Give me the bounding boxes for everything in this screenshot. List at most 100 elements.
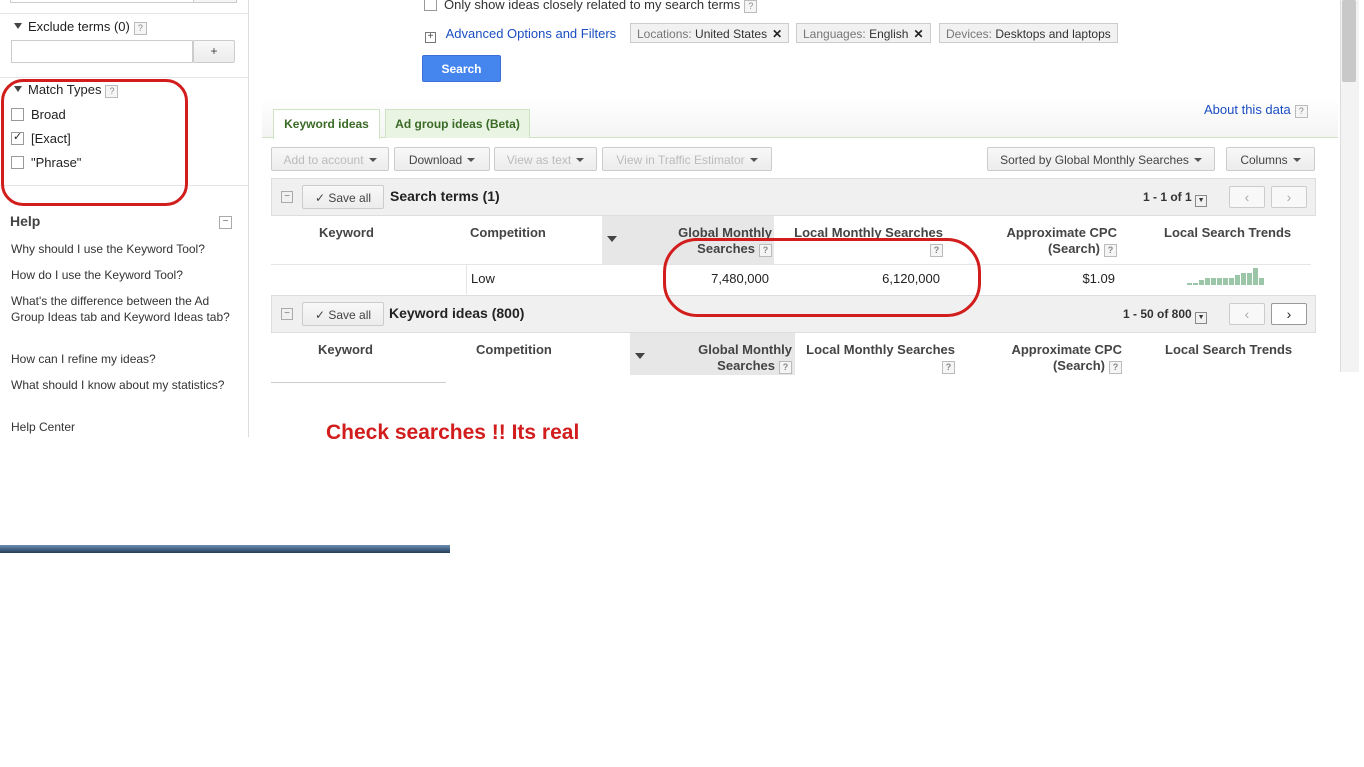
divider (466, 264, 467, 294)
prev-page-button[interactable]: ‹ (1229, 303, 1265, 325)
save-all-button[interactable]: ✓ Save all (302, 185, 384, 209)
column-competition[interactable]: Competition (476, 342, 552, 357)
help-icon[interactable]: ? (1294, 105, 1308, 118)
include-terms-input[interactable] (10, 0, 195, 3)
only-show-checkbox[interactable] (424, 0, 437, 11)
keyword-ideas-title: Keyword ideas (800) (389, 305, 525, 321)
column-competition[interactable]: Competition (470, 225, 546, 240)
help-link[interactable]: How do I use the Keyword Tool? (11, 267, 231, 283)
advanced-options-link[interactable]: Advanced Options and Filters (446, 26, 617, 41)
chip-key: Devices: (946, 27, 993, 41)
add-to-account-button[interactable]: Add to account (271, 147, 389, 171)
column-local-searches[interactable]: Local Monthly Searches? (795, 342, 955, 374)
tab-ad-group-ideas[interactable]: Ad group ideas (Beta) (385, 109, 530, 138)
chip-key: Languages: (803, 27, 866, 41)
next-page-button[interactable]: › (1271, 303, 1307, 325)
search-button[interactable]: Search (422, 55, 501, 82)
prev-page-button[interactable]: ‹ (1229, 186, 1265, 208)
keyword-ideas-pagination: 1 - 50 of 800 ▼ (1123, 307, 1208, 324)
help-link[interactable]: What's the difference between the Ad Gro… (11, 293, 231, 325)
devices-chip[interactable]: Devices: Desktops and laptops (939, 23, 1118, 43)
caret-down-icon (576, 158, 585, 162)
button-label: View in Traffic Estimator (616, 153, 745, 167)
location-chip[interactable]: Locations: United States ✕ (630, 23, 790, 43)
trend-sparkline (1187, 268, 1287, 288)
button-label: Save all (328, 191, 372, 205)
collapse-icon[interactable]: − (281, 191, 293, 203)
column-keyword[interactable]: Keyword (319, 225, 374, 240)
help-link[interactable]: Help Center (11, 419, 231, 435)
divider (0, 77, 248, 78)
pagination-label: 1 - 1 of 1 (1143, 190, 1192, 204)
view-as-text-button[interactable]: View as text (494, 147, 597, 171)
trend-bar (1205, 278, 1210, 285)
columns-button[interactable]: Columns (1226, 147, 1315, 171)
exclude-add-button[interactable]: + (193, 40, 235, 63)
help-icon[interactable]: ? (1104, 244, 1117, 257)
close-icon[interactable]: ✕ (913, 27, 923, 41)
trend-bar (1235, 275, 1240, 285)
column-trends[interactable]: Local Search Trends (1165, 342, 1292, 357)
help-icon[interactable]: ? (133, 22, 147, 35)
include-add-button[interactable] (193, 0, 237, 3)
column-global-searches[interactable]: Global Monthly Searches? (675, 342, 792, 374)
help-icon[interactable]: ? (779, 361, 792, 374)
column-label: Global Monthly Searches (698, 342, 792, 373)
sort-dropdown[interactable]: Sorted by Global Monthly Searches (987, 147, 1215, 171)
only-show-option[interactable]: Only show ideas closely related to my se… (424, 0, 758, 13)
trend-bar (1259, 278, 1264, 285)
column-trends[interactable]: Local Search Trends (1164, 225, 1291, 240)
button-label: Columns (1240, 153, 1288, 167)
collapse-icon[interactable]: − (219, 216, 232, 229)
download-button[interactable]: Download (394, 147, 490, 171)
help-link[interactable]: How can I refine my ideas? (11, 351, 231, 367)
caret-down-icon (467, 158, 476, 162)
dropdown-icon[interactable]: ▼ (1195, 312, 1208, 324)
exclude-terms-input[interactable] (11, 40, 193, 63)
cell-competition: Low (471, 271, 495, 286)
language-chip[interactable]: Languages: English ✕ (796, 23, 931, 43)
pagination-label: 1 - 50 of 800 (1123, 307, 1192, 321)
trend-bar (1199, 280, 1204, 285)
next-page-button[interactable]: › (1271, 186, 1307, 208)
column-label: Local Monthly Searches (806, 342, 955, 357)
help-link[interactable]: What should I know about my statistics? (11, 377, 231, 393)
close-icon[interactable]: ✕ (772, 27, 782, 41)
divider (0, 13, 248, 14)
collapse-icon[interactable]: − (281, 308, 293, 320)
sort-desc-icon[interactable] (607, 236, 617, 242)
about-data-link[interactable]: About this data? (1204, 102, 1308, 118)
tab-keyword-ideas[interactable]: Keyword ideas (273, 109, 380, 139)
search-terms-title: Search terms (1) (390, 188, 500, 204)
trend-bar (1241, 273, 1246, 285)
check-icon: ✓ (314, 308, 329, 322)
chip-value: United States (695, 27, 768, 41)
expand-icon: + (425, 32, 436, 43)
column-cpc[interactable]: Approximate CPC (Search)? (990, 225, 1117, 257)
button-label: Add to account (283, 153, 364, 167)
trend-bar (1187, 283, 1192, 285)
column-cpc[interactable]: Approximate CPC (Search)? (995, 342, 1122, 374)
annotation-oval-match-types (1, 79, 188, 206)
advanced-options-toggle[interactable]: + Advanced Options and Filters (425, 26, 616, 43)
help-icon[interactable]: ? (1109, 361, 1122, 374)
sort-desc-icon[interactable] (635, 353, 645, 359)
trend-bar (1217, 278, 1222, 285)
chip-value: Desktops and laptops (995, 27, 1111, 41)
about-data-label: About this data (1204, 102, 1291, 117)
button-label: Save all (328, 308, 372, 322)
scrollbar-thumb[interactable] (1342, 0, 1356, 82)
view-traffic-estimator-button[interactable]: View in Traffic Estimator (602, 147, 772, 171)
exclude-terms-toggle[interactable]: Exclude terms (0)? (14, 19, 147, 35)
trend-bar (1229, 278, 1234, 285)
help-link[interactable]: Why should I use the Keyword Tool? (11, 241, 231, 257)
save-all-button[interactable]: ✓ Save all (302, 302, 384, 326)
caret-down-icon (368, 158, 377, 162)
chip-value: English (869, 27, 909, 41)
dropdown-icon[interactable]: ▼ (1195, 195, 1208, 207)
trend-bar (1193, 283, 1198, 285)
help-icon[interactable]: ? (942, 361, 955, 374)
help-title: Help (10, 213, 41, 229)
help-icon[interactable]: ? (744, 0, 758, 13)
column-keyword[interactable]: Keyword (318, 342, 373, 357)
